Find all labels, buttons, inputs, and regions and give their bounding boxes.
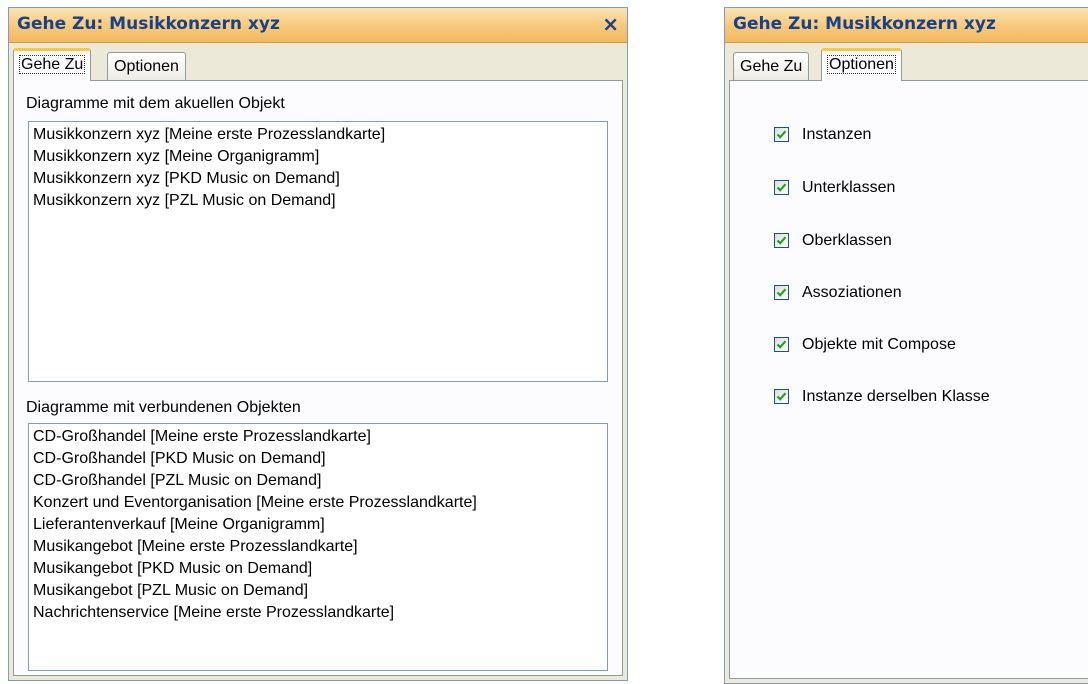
option-label: Instanzen — [802, 126, 872, 143]
list-item[interactable]: Musikkonzern xyz [Meine erste Prozesslan… — [33, 124, 603, 146]
related-diagrams-label: Diagramme mit verbundenen Objekten — [26, 399, 301, 416]
tab-content-gehe-zu: Diagramme mit dem akuellen Objekt Musikk… — [13, 80, 623, 676]
tab-gehe-zu[interactable]: Gehe Zu — [13, 48, 92, 81]
option-label: Instanze derselben Klasse — [802, 388, 990, 405]
checkbox-checked[interactable] — [774, 233, 789, 248]
tab-optionen[interactable]: Optionen — [107, 52, 186, 80]
checkbox-checked[interactable] — [774, 285, 789, 300]
close-icon[interactable]: × — [602, 12, 619, 36]
checkmark-icon — [776, 340, 787, 349]
checkmark-icon — [776, 236, 787, 245]
list-item[interactable]: Nachrichtenservice [Meine erste Prozessl… — [33, 602, 603, 624]
tab-content-optionen: Instanzen Unterklassen Oberklassen Assoz… — [729, 80, 1088, 679]
tab-label: Optionen — [827, 55, 896, 74]
checkmark-icon — [776, 130, 787, 139]
checkmark-icon — [776, 392, 787, 401]
list-item[interactable]: CD-Großhandel [PKD Music on Demand] — [33, 448, 603, 470]
list-item[interactable]: Musikangebot [PKD Music on Demand] — [33, 558, 603, 580]
list-item[interactable]: Musikkonzern xyz [PKD Music on Demand] — [33, 168, 603, 190]
current-diagrams-label: Diagramme mit dem akuellen Objekt — [26, 95, 285, 112]
checkbox-checked[interactable] — [774, 389, 789, 404]
tab-label: Optionen — [114, 58, 179, 75]
panel-titlebar[interactable]: Gehe Zu: Musikkonzern xyz × — [9, 8, 627, 43]
list-item[interactable]: CD-Großhandel [Meine erste Prozesslandka… — [33, 426, 603, 448]
option-label: Unterklassen — [802, 179, 896, 196]
current-diagrams-list[interactable]: Musikkonzern xyz [Meine erste Prozesslan… — [28, 121, 608, 382]
list-item[interactable]: Musikangebot [Meine erste Prozesslandkar… — [33, 536, 603, 558]
option-label: Oberklassen — [802, 232, 892, 249]
tab-gehe-zu[interactable]: Gehe Zu — [733, 52, 810, 80]
checkmark-icon — [776, 183, 787, 192]
panel-title: Gehe Zu: Musikkonzern xyz — [733, 14, 996, 34]
goto-panel-right: Gehe Zu: Musikkonzern xyz Gehe Zu Option… — [724, 7, 1088, 684]
list-item[interactable]: Musikkonzern xyz [PZL Music on Demand] — [33, 190, 603, 212]
list-item[interactable]: Musikkonzern xyz [Meine Organigramm] — [33, 146, 603, 168]
checkmark-icon — [776, 288, 787, 297]
checkbox-checked[interactable] — [774, 180, 789, 195]
panel-titlebar[interactable]: Gehe Zu: Musikkonzern xyz — [725, 8, 1088, 43]
option-label: Assoziationen — [802, 284, 902, 301]
checkbox-checked[interactable] — [774, 337, 789, 352]
panel-title: Gehe Zu: Musikkonzern xyz — [17, 14, 280, 34]
list-item[interactable]: Konzert und Eventorganisation [Meine ers… — [33, 492, 603, 514]
goto-panel-left: Gehe Zu: Musikkonzern xyz × Gehe Zu Opti… — [8, 7, 628, 681]
checkbox-checked[interactable] — [774, 127, 789, 142]
tab-label: Gehe Zu — [740, 58, 803, 75]
option-label: Objekte mit Compose — [802, 336, 956, 353]
list-item[interactable]: Lieferantenverkauf [Meine Organigramm] — [33, 514, 603, 536]
related-diagrams-list[interactable]: CD-Großhandel [Meine erste Prozesslandka… — [28, 423, 608, 671]
tab-optionen[interactable]: Optionen — [821, 48, 902, 81]
list-item[interactable]: Musikangebot [PZL Music on Demand] — [33, 580, 603, 602]
tab-label: Gehe Zu — [18, 55, 86, 74]
list-item[interactable]: CD-Großhandel [PZL Music on Demand] — [33, 470, 603, 492]
